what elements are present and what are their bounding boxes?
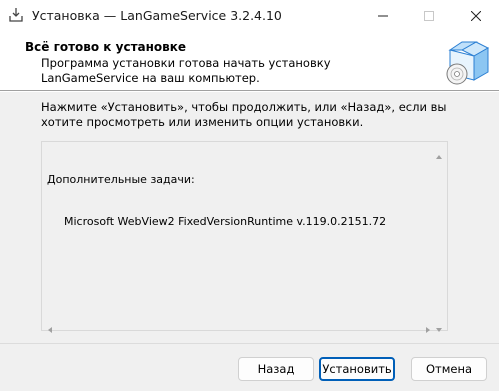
memo-heading: Дополнительные задачи: <box>47 173 195 186</box>
ready-memo[interactable]: Дополнительные задачи: Microsoft WebView… <box>41 141 448 333</box>
close-button[interactable] <box>453 0 499 32</box>
scroll-right-icon[interactable] <box>424 319 432 333</box>
footer-divider <box>0 343 499 344</box>
scroll-up-icon[interactable] <box>435 146 443 159</box>
minimize-button[interactable] <box>360 0 406 32</box>
memo-item: Microsoft WebView2 FixedVersionRuntime v… <box>64 215 387 228</box>
window-title: Установка — LanGameService 3.2.4.10 <box>32 8 282 23</box>
close-icon <box>471 11 481 21</box>
intro-text: Нажмите «Установить», чтобы продолжить, … <box>41 100 447 129</box>
title-bar[interactable]: Установка — LanGameService 3.2.4.10 <box>0 0 499 32</box>
scroll-left-icon[interactable] <box>46 319 54 333</box>
cancel-button[interactable]: Отмена <box>411 357 487 381</box>
page-title: Всё готово к установке <box>25 40 187 54</box>
maximize-button <box>406 0 452 32</box>
setup-box-disc-icon <box>440 36 492 88</box>
page-subtitle: Программа установки готова начать устано… <box>41 56 331 85</box>
installer-icon <box>8 7 24 23</box>
scroll-down-icon[interactable] <box>435 319 443 332</box>
minimize-icon <box>378 15 388 17</box>
wizard-header: Всё готово к установке Программа установ… <box>0 32 499 90</box>
maximize-icon <box>424 11 434 21</box>
back-button[interactable]: Назад <box>238 357 314 381</box>
install-button[interactable]: Установить <box>319 357 395 381</box>
installer-window: Установка — LanGameService 3.2.4.10 Всё … <box>0 0 499 391</box>
